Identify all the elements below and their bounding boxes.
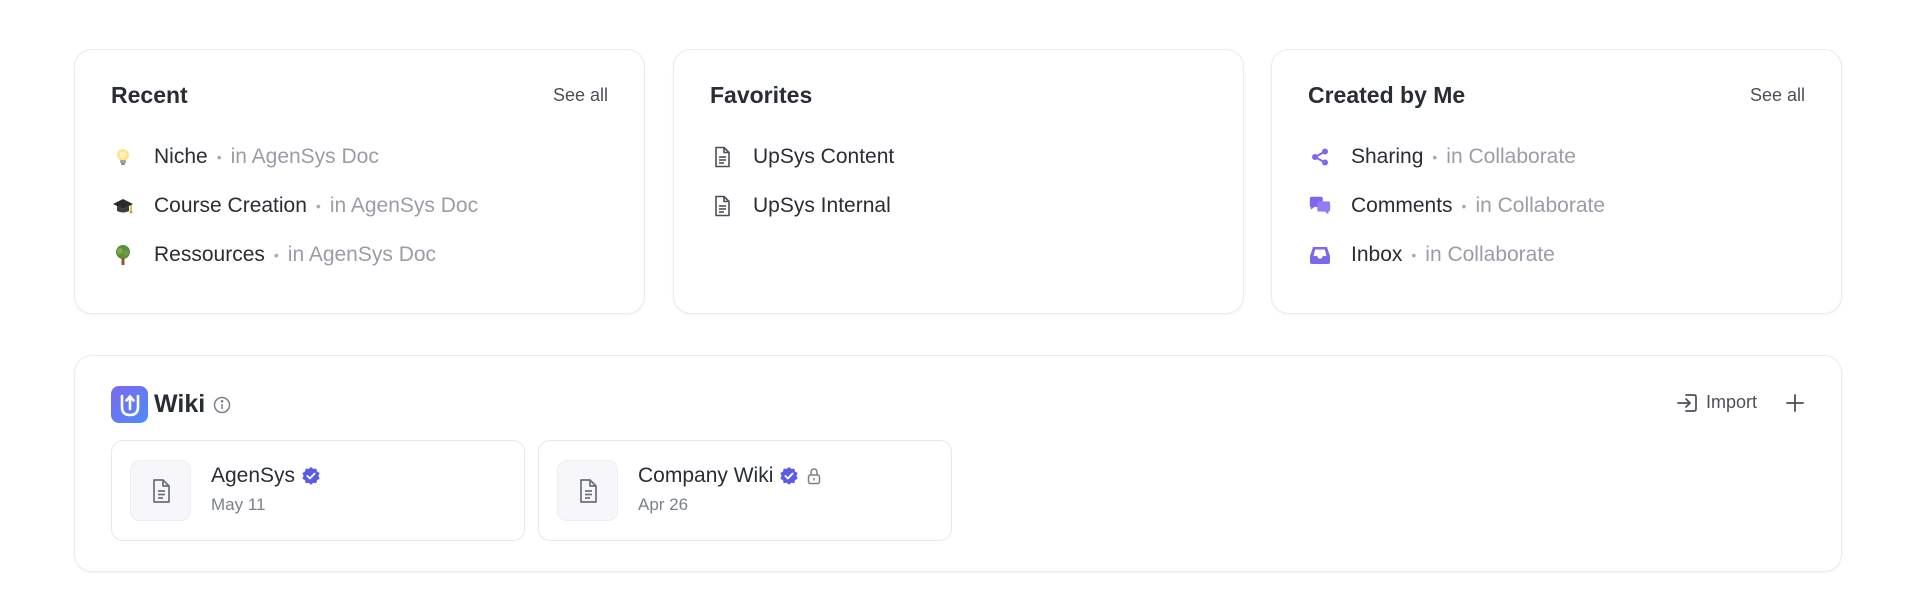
created-item-name: Inbox xyxy=(1351,242,1403,266)
graduation-cap-icon xyxy=(111,194,135,218)
recent-item-location: in AgenSys Doc xyxy=(230,144,379,168)
favorites-title: Favorites xyxy=(710,82,813,108)
lock-icon xyxy=(806,467,822,485)
favorite-item-name: UpSys Internal xyxy=(753,193,891,217)
wiki-doc-title: AgenSys xyxy=(211,464,321,488)
separator-dot: • xyxy=(1411,246,1417,263)
wiki-actions: Import xyxy=(1676,392,1805,413)
import-label: Import xyxy=(1705,392,1757,412)
recent-list: Niche • in AgenSys Doc Course Creation •… xyxy=(111,132,608,279)
wiki-doc-name: Company Wiki xyxy=(638,464,774,487)
document-icon xyxy=(710,145,734,169)
created-by-me-list: Sharing • in Collaborate Comments • in C… xyxy=(1308,132,1805,279)
wiki-doc-title: Company Wiki xyxy=(638,464,822,488)
created-item[interactable]: Inbox • in Collaborate xyxy=(1308,230,1805,279)
comments-icon xyxy=(1308,194,1332,218)
created-item-name: Sharing xyxy=(1351,144,1424,168)
wiki-logo-icon xyxy=(111,386,148,423)
import-button[interactable]: Import xyxy=(1676,392,1757,413)
lightbulb-icon xyxy=(111,145,135,169)
favorite-item[interactable]: UpSys Internal xyxy=(710,181,1207,230)
inbox-icon xyxy=(1308,243,1332,267)
favorite-item[interactable]: UpSys Content xyxy=(710,132,1207,181)
recent-item-name: Course Creation xyxy=(154,193,307,217)
recent-card: Recent See all Niche • in AgenSys Doc Co… xyxy=(74,49,645,314)
share-icon xyxy=(1308,145,1332,169)
document-icon xyxy=(557,460,618,521)
separator-dot: • xyxy=(1432,148,1438,165)
recent-item-name: Niche xyxy=(154,144,208,168)
recent-item-location: in AgenSys Doc xyxy=(329,193,479,217)
wiki-doc-card[interactable]: AgenSys May 11 xyxy=(111,440,525,541)
created-by-me-card: Created by Me See all Sharing • in Colla… xyxy=(1271,49,1842,314)
document-icon xyxy=(130,460,191,521)
wiki-card: Wiki Import AgenSys May 11 Company Wiki … xyxy=(74,355,1842,572)
favorites-card: Favorites UpSys Content UpSys Internal xyxy=(673,49,1244,314)
recent-item[interactable]: Ressources • in AgenSys Doc xyxy=(111,230,608,279)
wiki-doc-date: May 11 xyxy=(211,495,266,514)
separator-dot: • xyxy=(273,246,279,263)
created-item-location: in Collaborate xyxy=(1446,144,1576,168)
recent-title: Recent xyxy=(111,82,188,108)
separator-dot: • xyxy=(216,148,222,165)
created-item-location: in Collaborate xyxy=(1475,193,1606,217)
recent-item-location: in AgenSys Doc xyxy=(287,242,437,266)
verified-badge-icon xyxy=(779,466,799,486)
favorites-list: UpSys Content UpSys Internal xyxy=(710,132,1207,230)
wiki-doc-card[interactable]: Company Wiki Apr 26 xyxy=(538,440,952,541)
wiki-header: Wiki xyxy=(111,386,231,423)
document-icon xyxy=(710,194,734,218)
wiki-title: Wiki xyxy=(154,390,206,418)
wiki-doc-name: AgenSys xyxy=(211,464,296,487)
favorite-item-name: UpSys Content xyxy=(753,144,895,168)
created-item[interactable]: Sharing • in Collaborate xyxy=(1308,132,1805,181)
wiki-doc-date: Apr 26 xyxy=(638,495,689,514)
created-by-me-title: Created by Me xyxy=(1308,82,1466,108)
info-icon[interactable] xyxy=(213,396,231,414)
separator-dot: • xyxy=(315,197,321,214)
add-wiki-button[interactable] xyxy=(1785,393,1805,413)
created-by-me-see-all-button[interactable]: See all xyxy=(1750,85,1805,106)
recent-see-all-button[interactable]: See all xyxy=(553,85,608,106)
verified-badge-icon xyxy=(301,466,321,486)
plus-icon xyxy=(1785,393,1805,413)
tree-icon xyxy=(111,243,135,267)
recent-item-name: Ressources xyxy=(154,242,265,266)
created-item-location: in Collaborate xyxy=(1425,242,1555,266)
recent-item[interactable]: Niche • in AgenSys Doc xyxy=(111,132,608,181)
created-item[interactable]: Comments • in Collaborate xyxy=(1308,181,1805,230)
import-icon xyxy=(1676,393,1706,413)
separator-dot: • xyxy=(1461,197,1467,214)
recent-item[interactable]: Course Creation • in AgenSys Doc xyxy=(111,181,608,230)
created-item-name: Comments xyxy=(1351,193,1453,217)
